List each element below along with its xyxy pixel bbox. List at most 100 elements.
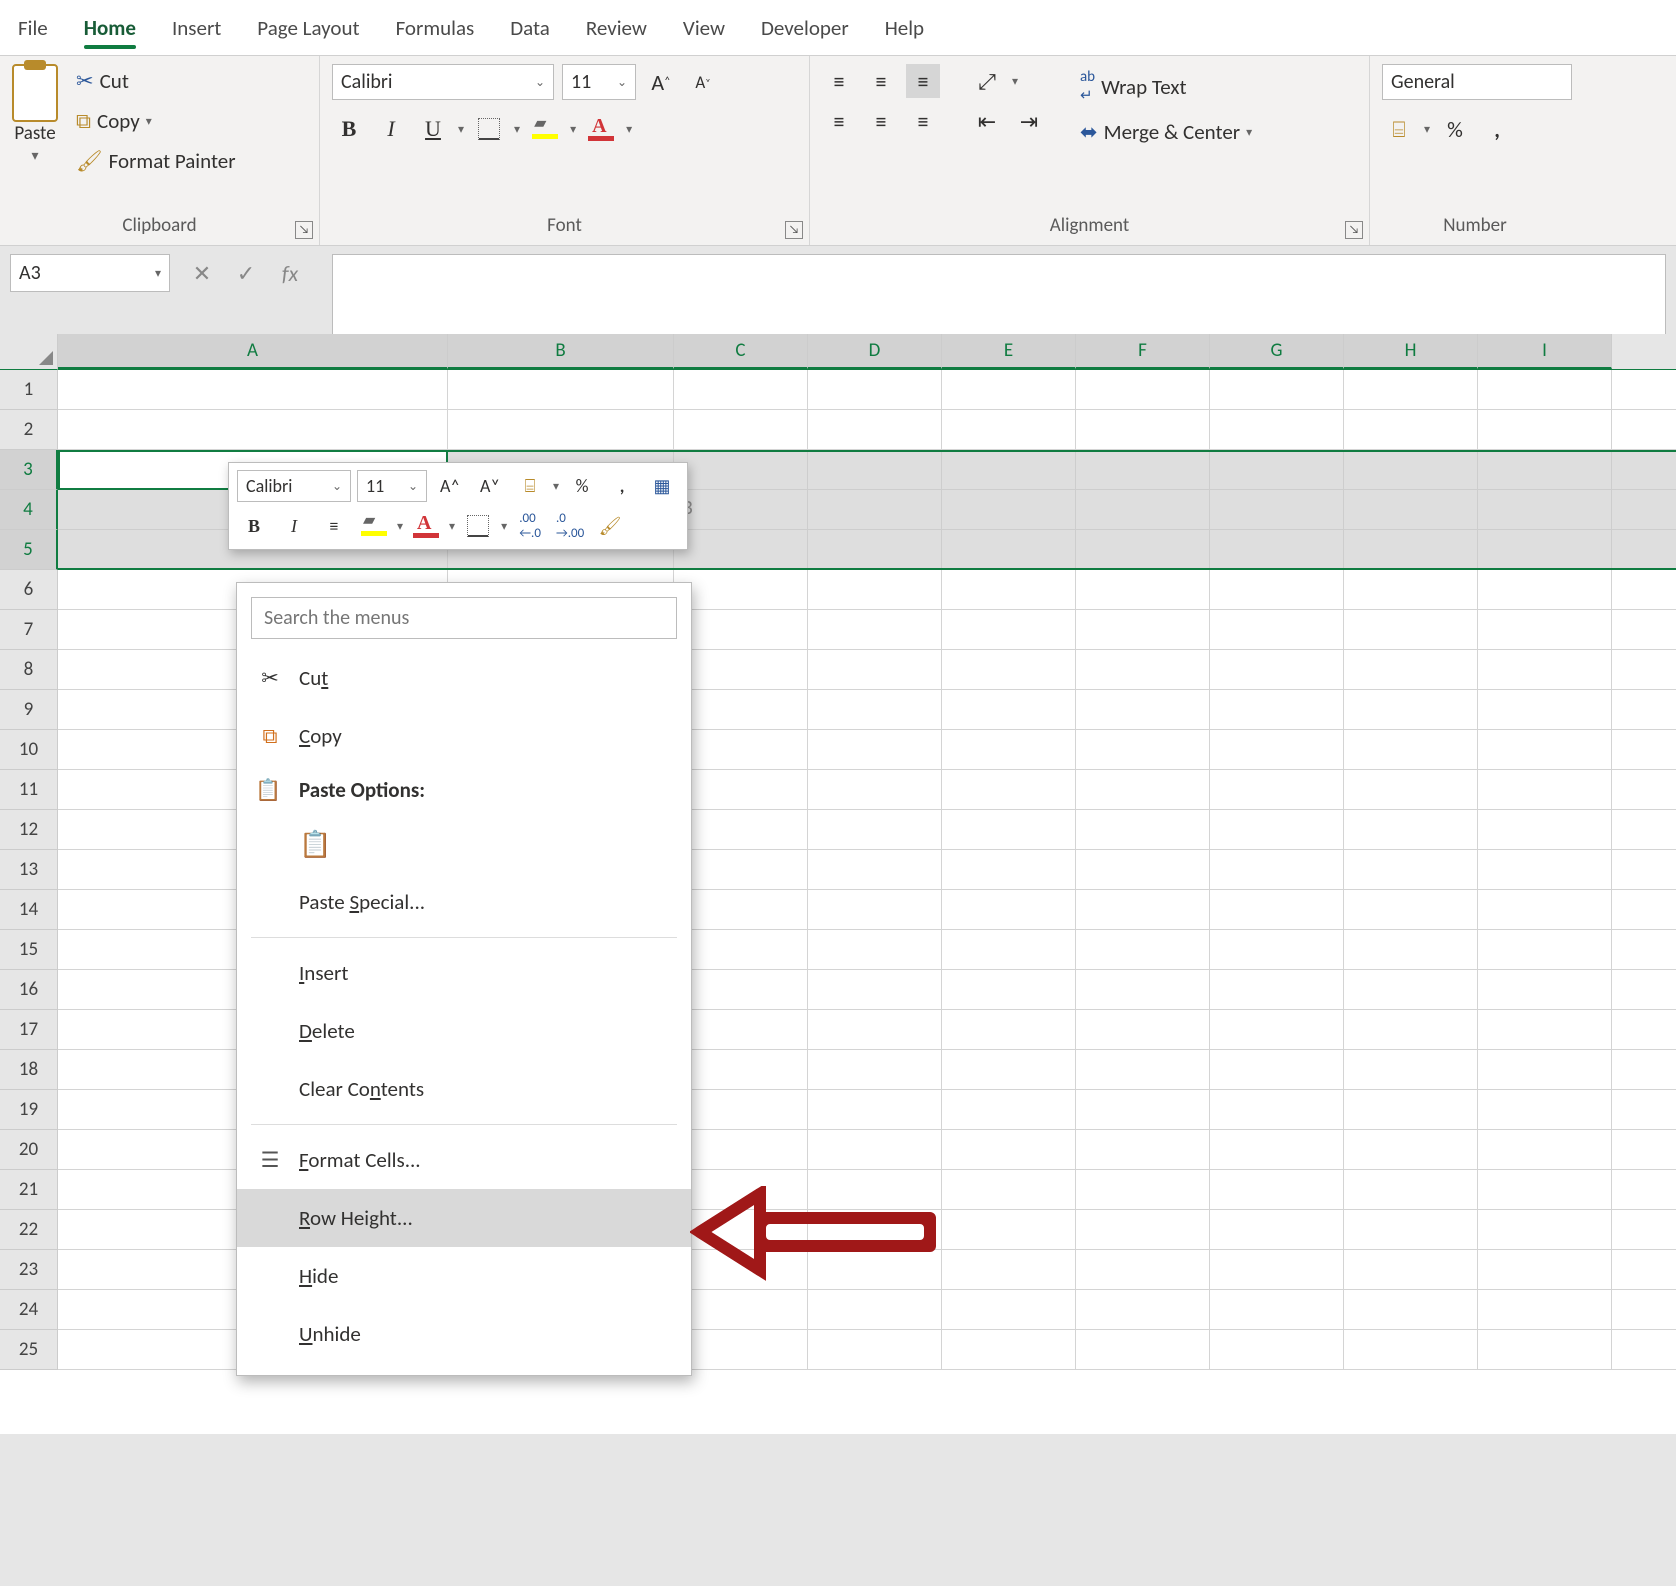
chevron-down-icon[interactable]: ▾: [514, 122, 520, 137]
cell-C8[interactable]: [674, 650, 808, 689]
cell-D25[interactable]: [808, 1330, 942, 1369]
cell-I15[interactable]: [1478, 930, 1612, 969]
cell-F1[interactable]: [1076, 370, 1210, 409]
tab-file[interactable]: File: [18, 5, 48, 55]
cell-I6[interactable]: [1478, 570, 1612, 609]
cell-H4[interactable]: [1344, 490, 1478, 529]
row-header-10[interactable]: 10: [0, 730, 58, 770]
cell-H25[interactable]: [1344, 1330, 1478, 1369]
cell-D20[interactable]: [808, 1130, 942, 1169]
cell-H21[interactable]: [1344, 1170, 1478, 1209]
cell-D18[interactable]: [808, 1050, 942, 1089]
cell-I4[interactable]: [1478, 490, 1612, 529]
cell-G25[interactable]: [1210, 1330, 1344, 1369]
cell-I12[interactable]: [1478, 810, 1612, 849]
increase-indent-button[interactable]: ⇥: [1012, 104, 1046, 138]
cell-E5[interactable]: [942, 530, 1076, 569]
cell-F6[interactable]: [1076, 570, 1210, 609]
cell-C24[interactable]: [674, 1290, 808, 1329]
comma-format-button[interactable]: ,: [1480, 112, 1514, 146]
cell-F3[interactable]: [1076, 450, 1210, 489]
select-all-button[interactable]: [0, 334, 58, 370]
cell-G7[interactable]: [1210, 610, 1344, 649]
cell-F20[interactable]: [1076, 1130, 1210, 1169]
col-header-C[interactable]: C: [674, 334, 808, 369]
cell-I11[interactable]: [1478, 770, 1612, 809]
orientation-button[interactable]: ⤢: [970, 64, 1004, 98]
cell-G20[interactable]: [1210, 1130, 1344, 1169]
cell-E8[interactable]: [942, 650, 1076, 689]
cell-G19[interactable]: [1210, 1090, 1344, 1129]
cell-G16[interactable]: [1210, 970, 1344, 1009]
cell-E2[interactable]: [942, 410, 1076, 449]
ctx-paste-special[interactable]: Paste Special...: [237, 873, 691, 931]
cell-E24[interactable]: [942, 1290, 1076, 1329]
row-header-23[interactable]: 23: [0, 1250, 58, 1290]
cell-H7[interactable]: [1344, 610, 1478, 649]
cell-C4[interactable]: B: [674, 490, 808, 529]
cell-G9[interactable]: [1210, 690, 1344, 729]
cell-D5[interactable]: [808, 530, 942, 569]
cell-H16[interactable]: [1344, 970, 1478, 1009]
cell-D23[interactable]: [808, 1250, 942, 1289]
row-header-16[interactable]: 16: [0, 970, 58, 1010]
merge-center-button[interactable]: ⬌ Merge & Center ▾: [1074, 115, 1258, 149]
cell-H15[interactable]: [1344, 930, 1478, 969]
row-header-3[interactable]: 3: [0, 450, 58, 490]
cell-D21[interactable]: [808, 1170, 942, 1209]
cell-G11[interactable]: [1210, 770, 1344, 809]
cell-C1[interactable]: [674, 370, 808, 409]
cell-E14[interactable]: [942, 890, 1076, 929]
cell-D10[interactable]: [808, 730, 942, 769]
cell-D8[interactable]: [808, 650, 942, 689]
cell-I9[interactable]: [1478, 690, 1612, 729]
cell-G24[interactable]: [1210, 1290, 1344, 1329]
mini-borders[interactable]: [461, 509, 495, 543]
chevron-down-icon[interactable]: ▾: [458, 122, 464, 137]
cell-H1[interactable]: [1344, 370, 1478, 409]
cell-H20[interactable]: [1344, 1130, 1478, 1169]
cell-I20[interactable]: [1478, 1130, 1612, 1169]
menu-search[interactable]: Search the menus: [251, 597, 677, 639]
cell-I18[interactable]: [1478, 1050, 1612, 1089]
ctx-paste-default[interactable]: 📋: [237, 815, 691, 873]
cell-I1[interactable]: [1478, 370, 1612, 409]
cell-I10[interactable]: [1478, 730, 1612, 769]
ctx-insert[interactable]: Insert: [237, 944, 691, 1002]
tab-view[interactable]: View: [683, 5, 725, 55]
tab-review[interactable]: Review: [586, 5, 647, 55]
row-header-1[interactable]: 1: [0, 370, 58, 410]
cell-F8[interactable]: [1076, 650, 1210, 689]
cell-E23[interactable]: [942, 1250, 1076, 1289]
cell-H9[interactable]: [1344, 690, 1478, 729]
mini-comma-format[interactable]: ,: [605, 469, 639, 503]
accounting-format-button[interactable]: ⌸: [1382, 112, 1416, 146]
cell-G1[interactable]: [1210, 370, 1344, 409]
decrease-indent-button[interactable]: ⇤: [970, 104, 1004, 138]
chevron-down-icon[interactable]: ▾: [570, 122, 576, 137]
cell-E10[interactable]: [942, 730, 1076, 769]
cell-D22[interactable]: [808, 1210, 942, 1249]
mini-decrease-decimal[interactable]: .00←.0: [513, 509, 547, 543]
tab-page-layout[interactable]: Page Layout: [257, 5, 359, 55]
cell-E12[interactable]: [942, 810, 1076, 849]
cell-I21[interactable]: [1478, 1170, 1612, 1209]
cell-I23[interactable]: [1478, 1250, 1612, 1289]
number-format-select[interactable]: General: [1382, 64, 1572, 100]
cell-F22[interactable]: [1076, 1210, 1210, 1249]
row-header-19[interactable]: 19: [0, 1090, 58, 1130]
increase-font-size-button[interactable]: A˄: [644, 65, 678, 99]
tab-help[interactable]: Help: [885, 5, 924, 55]
cell-E20[interactable]: [942, 1130, 1076, 1169]
mini-increase-decimal[interactable]: .0→.00: [553, 509, 587, 543]
align-middle-button[interactable]: ≡: [864, 64, 898, 98]
cell-H14[interactable]: [1344, 890, 1478, 929]
mini-fill-color[interactable]: [357, 509, 391, 543]
cell-A1[interactable]: [58, 370, 448, 409]
mini-font-size[interactable]: 11⌄: [357, 470, 427, 502]
cell-E4[interactable]: [942, 490, 1076, 529]
row-header-15[interactable]: 15: [0, 930, 58, 970]
col-header-E[interactable]: E: [942, 334, 1076, 369]
row-header-24[interactable]: 24: [0, 1290, 58, 1330]
cancel-formula-button[interactable]: ✕: [180, 254, 224, 292]
